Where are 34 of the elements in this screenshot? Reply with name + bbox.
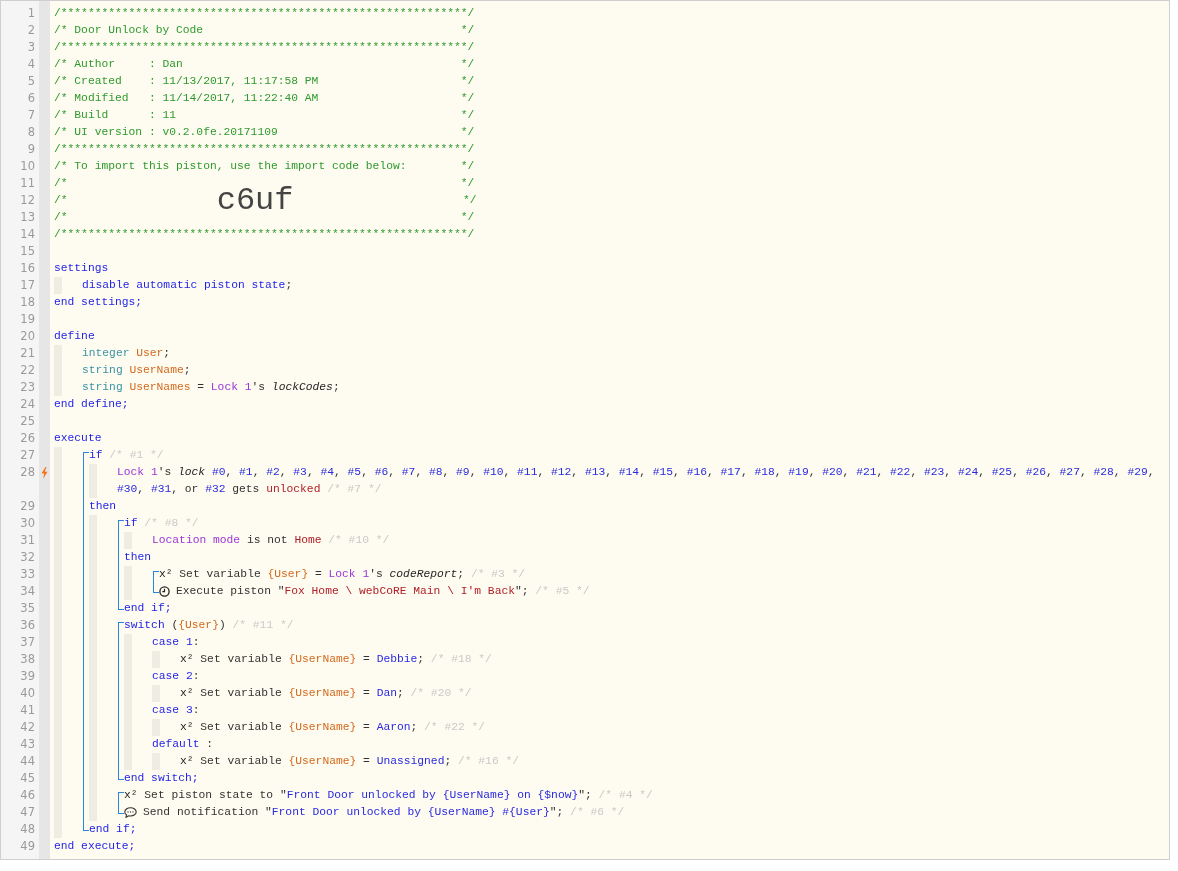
code-line: disable automatic piston state; — [82, 278, 294, 293]
code-line: then — [89, 499, 118, 514]
code-line: /************************************************************/ — [54, 6, 476, 21]
import-code: c6uf — [216, 188, 294, 213]
code-line: string UserName; — [82, 363, 192, 378]
code-line: /* To import this piston, use the import code below: */ — [54, 159, 476, 174]
code-line: end execute; — [54, 839, 137, 854]
code-line: /* */ — [54, 210, 476, 225]
code-line: define — [54, 329, 96, 344]
code-line: end if; — [124, 601, 173, 616]
code-line: case 3: — [152, 703, 201, 718]
code-line: /* Modified : 11/14/2017, 11:22:40 AM */ — [54, 91, 476, 106]
code-line: /* UI version : v0.2.0fe.20171109 */ — [54, 125, 476, 140]
code-line: integer User; — [82, 346, 172, 361]
code-line: /************************************************************/ — [54, 227, 476, 242]
code-line: string UserNames = Lock 1's lockCodes; — [82, 380, 341, 395]
code-line: /************************************************************/ — [54, 142, 476, 157]
code-line: case 1: — [152, 635, 201, 650]
code-line: end define; — [54, 397, 130, 412]
code-line: end switch; — [124, 771, 200, 786]
code-line: case 2: — [152, 669, 201, 684]
code-line: /* Build : 11 */ — [54, 108, 476, 123]
code-line: /* Author : Dan */ — [54, 57, 476, 72]
clock-icon — [159, 586, 170, 597]
code-line: /* Door Unlock by Code */ — [54, 23, 476, 38]
code-line: /* Created : 11/13/2017, 11:17:58 PM */ — [54, 74, 476, 89]
code-line: end settings; — [54, 295, 144, 310]
code-line: then — [124, 550, 153, 565]
code-line: default : — [152, 737, 215, 752]
speech-bubble-icon — [124, 807, 137, 818]
code-line: settings — [54, 261, 110, 276]
code-line: /************************************************************/ — [54, 40, 476, 55]
code-line: end if; — [89, 822, 138, 837]
code-line: execute — [54, 431, 103, 446]
